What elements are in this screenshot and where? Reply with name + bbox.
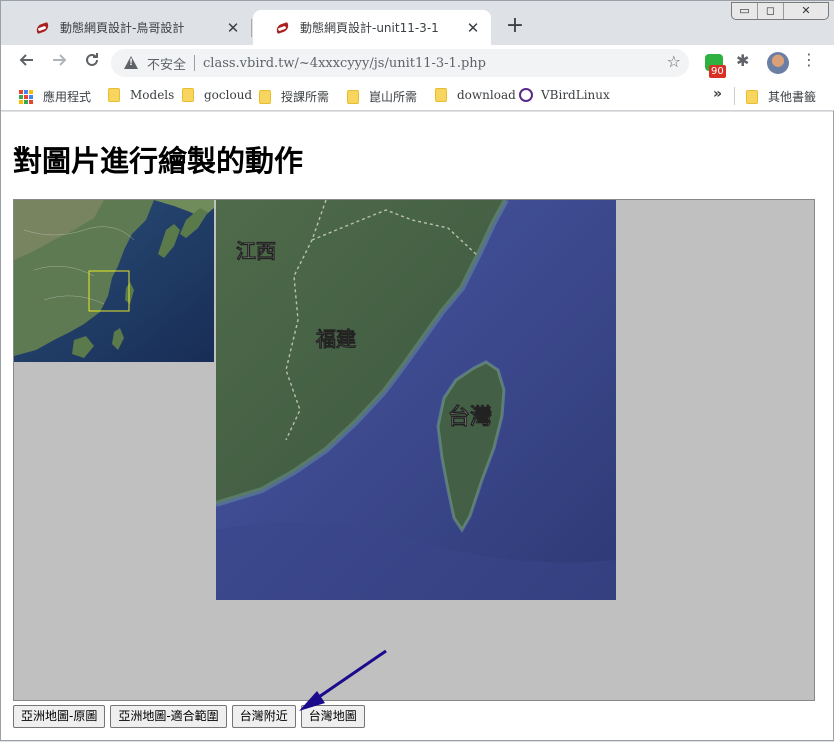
bookmark-label: download <box>457 88 516 102</box>
taiwan-map-button[interactable]: 台灣地圖 <box>300 705 365 728</box>
folder-icon <box>435 88 447 102</box>
profile-avatar[interactable] <box>767 52 789 74</box>
more-bookmarks-button[interactable]: » <box>713 86 722 102</box>
bookmark-label: 授課所需 <box>281 90 330 104</box>
reload-button[interactable] <box>79 50 105 76</box>
browser-window: 動態網頁設計-鳥哥設計 ✕ 動態網頁設計-unit11-3-1 ✕ + ▭ ◻ … <box>0 0 834 741</box>
bookmark-teaching[interactable]: 授課所需 <box>259 88 329 105</box>
tab-title: 動態網頁設計-鳥哥設計 <box>60 21 185 35</box>
bookmark-kunshan[interactable]: 崑山所需 <box>347 88 417 105</box>
asia-map-thumbnail <box>14 200 214 362</box>
forward-button[interactable] <box>47 50 73 76</box>
bookmark-label: Models <box>130 88 175 102</box>
bookmarks-bar: 應用程式 Models gocloud 授課所需 崑山所需 download V… <box>1 81 834 111</box>
asia-map-image <box>14 200 214 362</box>
apps-grid-icon <box>19 89 33 104</box>
minimize-button[interactable]: ▭ <box>732 3 758 19</box>
bookmark-label: 應用程式 <box>43 90 92 104</box>
taiwan-zoomed-map: 江西 福建 台灣 <box>216 200 616 600</box>
label-fujian: 福建 <box>315 327 356 351</box>
bookmark-label: 其他書籤 <box>768 90 817 104</box>
new-tab-button[interactable]: + <box>503 15 527 39</box>
url-text[interactable]: class.vbird.tw/~4xxxcyyy/js/unit11-3-1.p… <box>203 56 486 71</box>
bookmark-label: 崑山所需 <box>369 90 418 104</box>
page-title: 對圖片進行繪製的動作 <box>13 144 304 178</box>
bookmark-download[interactable]: download <box>435 88 516 102</box>
address-bar[interactable]: 不安全 class.vbird.tw/~4xxxcyyy/js/unit11-3… <box>111 49 689 77</box>
vbird-favicon-icon <box>35 20 51 36</box>
bookmarks-separator <box>734 87 735 105</box>
vbird-logo-icon <box>519 88 533 102</box>
bookmark-models[interactable]: Models <box>108 88 174 102</box>
vbird-favicon-icon <box>275 20 291 36</box>
taiwan-region-image: 江西 福建 台灣 <box>216 200 616 600</box>
close-tab-icon[interactable]: ✕ <box>465 20 481 36</box>
folder-icon <box>259 89 271 104</box>
bookmark-label: gocloud <box>204 88 253 102</box>
tab-vbird-design[interactable]: 動態網頁設計-鳥哥設計 ✕ <box>13 10 251 45</box>
close-tab-icon[interactable]: ✕ <box>225 20 241 36</box>
tab-strip: 動態網頁設計-鳥哥設計 ✕ 動態網頁設計-unit11-3-1 ✕ + ▭ ◻ … <box>1 1 834 45</box>
folder-icon <box>108 88 120 102</box>
bookmark-label: VBirdLinux <box>541 88 610 102</box>
back-arrow-icon <box>19 54 33 66</box>
label-jiangxi: 江西 <box>236 239 276 263</box>
browser-toolbar: 不安全 class.vbird.tw/~4xxxcyyy/js/unit11-3… <box>1 45 834 81</box>
back-button[interactable] <box>13 50 39 76</box>
omnibox-separator <box>194 55 196 71</box>
extension-badge: 90 <box>709 65 726 78</box>
browser-menu-icon[interactable]: ⋮ <box>801 50 817 69</box>
tab-title: 動態網頁設計-unit11-3-1 <box>300 21 439 35</box>
folder-icon <box>182 88 194 102</box>
bookmark-vbirdlinux[interactable]: VBirdLinux <box>519 88 610 102</box>
asia-map-original-button[interactable]: 亞洲地圖-原圖 <box>13 705 106 728</box>
bookmark-star-icon[interactable]: ☆ <box>667 52 681 71</box>
folder-icon <box>746 89 758 104</box>
tab-separator <box>251 19 252 37</box>
label-taiwan: 台灣 <box>448 404 492 430</box>
window-controls: ▭ ◻ ✕ <box>731 2 829 20</box>
bookmark-other[interactable]: 其他書籤 <box>746 88 816 105</box>
extensions-puzzle-icon[interactable]: ✱ <box>736 51 749 70</box>
asia-map-fit-button[interactable]: 亞洲地圖-適合範圍 <box>110 705 227 728</box>
page-content: 對圖片進行繪製的動作 江西 福建 台灣 亞洲地圖-原圖 亞洲地圖-適合範圍 台灣… <box>1 112 833 740</box>
bookmark-gocloud[interactable]: gocloud <box>182 88 252 102</box>
reload-icon <box>86 53 98 66</box>
folder-icon <box>347 89 359 104</box>
taiwan-nearby-button[interactable]: 台灣附近 <box>231 705 296 728</box>
maximize-button[interactable]: ◻ <box>758 3 784 19</box>
drawing-canvas[interactable]: 江西 福建 台灣 <box>13 199 815 701</box>
map-button-row: 亞洲地圖-原圖 亞洲地圖-適合範圍 台灣附近 台灣地圖 <box>13 705 365 728</box>
close-window-button[interactable]: ✕ <box>784 3 828 19</box>
tab-unit11-3-1[interactable]: 動態網頁設計-unit11-3-1 ✕ <box>253 10 491 45</box>
bookmark-apps[interactable]: 應用程式 <box>19 88 91 105</box>
warning-icon[interactable] <box>123 55 139 71</box>
forward-arrow-icon <box>53 54 67 66</box>
security-label[interactable]: 不安全 <box>147 54 186 73</box>
